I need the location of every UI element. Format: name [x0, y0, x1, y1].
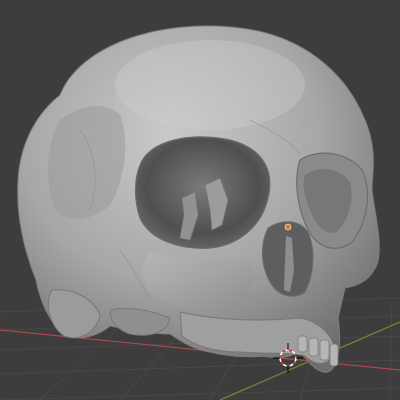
skull-mesh[interactable] — [17, 25, 380, 373]
3d-viewport[interactable] — [0, 0, 400, 400]
forehead-highlight — [115, 40, 305, 130]
object-origin-marker[interactable] — [284, 223, 292, 231]
